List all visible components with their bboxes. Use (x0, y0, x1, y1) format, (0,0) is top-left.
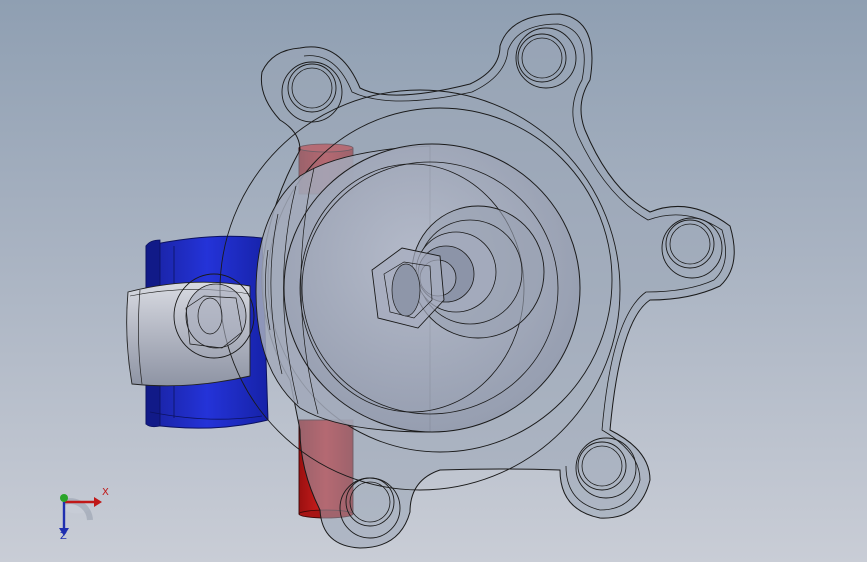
z-axis-label: Z (60, 531, 67, 542)
y-axis-dot (60, 494, 68, 502)
x-axis-label: X (102, 487, 109, 498)
cylinder-body[interactable] (255, 143, 581, 433)
axis-triad: X Z (44, 480, 124, 550)
graphics-viewport[interactable]: X Z (0, 0, 867, 562)
side-port[interactable] (173, 273, 255, 359)
valve-assembly-model[interactable] (0, 0, 867, 562)
